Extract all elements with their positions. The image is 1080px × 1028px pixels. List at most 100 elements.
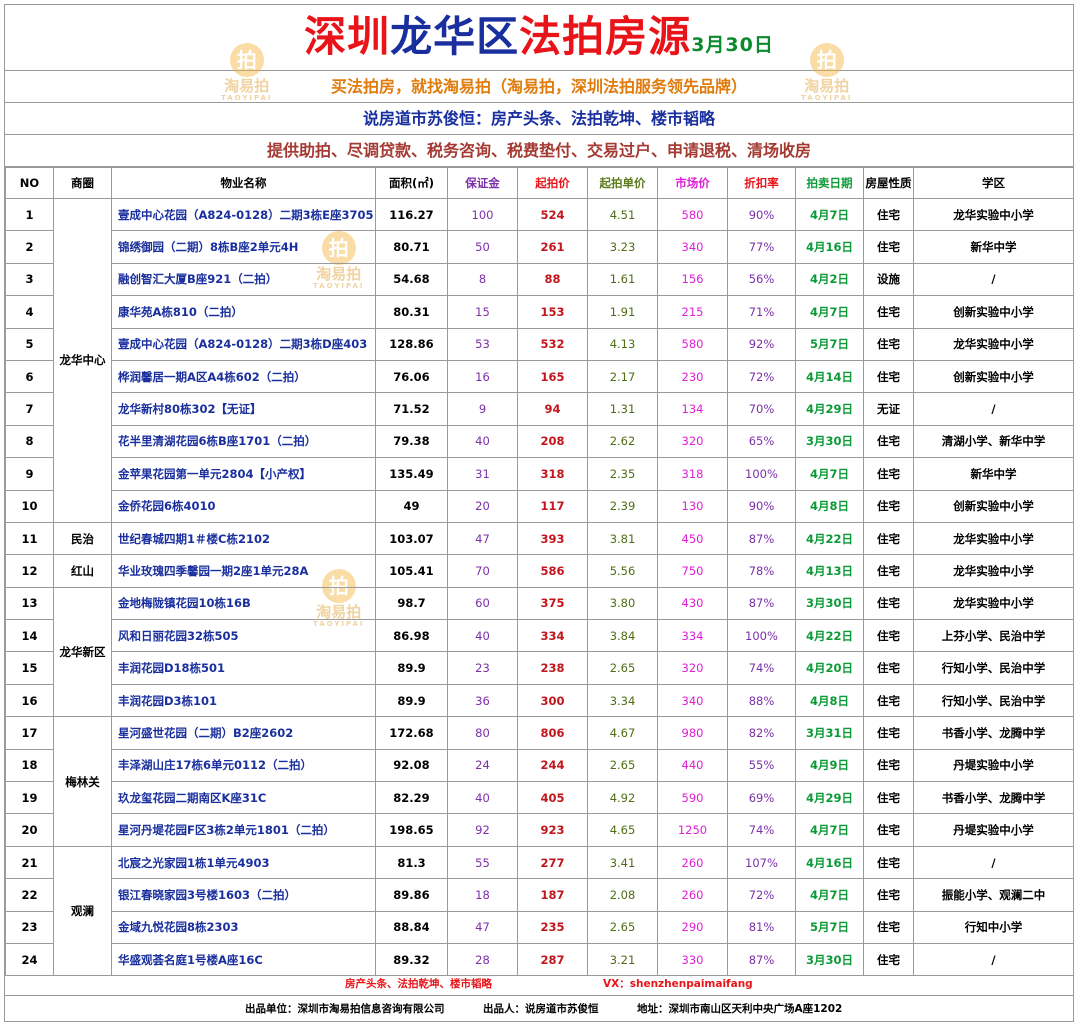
property-type-cell: 设施: [863, 262, 914, 297]
market-price-cell: 134: [657, 392, 728, 426]
footer-brand-line: 房产头条、法拍乾坤、楼市韬略: [345, 978, 492, 990]
unit-price-cell: 3.81: [587, 521, 658, 556]
no-cell: 3: [5, 262, 54, 297]
col-header-area: 面积(㎡): [375, 167, 448, 199]
school-cell: 新华中学: [913, 457, 1074, 491]
deposit-cell: 8: [447, 262, 518, 297]
discount-cell: 69%: [727, 781, 796, 815]
auction-date-cell: 4月29日: [795, 392, 864, 426]
no-cell: 10: [5, 489, 54, 523]
discount-cell: 74%: [727, 813, 796, 847]
school-cell: 龙华实验中小学: [913, 521, 1074, 556]
market-price-cell: 450: [657, 521, 728, 556]
start-price-cell: 261: [517, 230, 588, 264]
area-cell: 89.86: [375, 878, 448, 912]
deposit-cell: 80: [447, 716, 518, 750]
watermark-text: 淘易拍: [224, 77, 270, 95]
deposit-cell: 70: [447, 554, 518, 588]
auction-date-cell: 4月7日: [795, 457, 864, 491]
market-price-cell: 260: [657, 878, 728, 912]
discount-cell: 107%: [727, 845, 796, 880]
no-cell: 21: [5, 845, 54, 880]
start-price-cell: 532: [517, 327, 588, 361]
discount-cell: 100%: [727, 619, 796, 653]
name-cell: 世纪春城四期1＃楼C栋2102: [111, 521, 376, 556]
auction-date-cell: 4月16日: [795, 230, 864, 264]
start-price-cell: 235: [517, 910, 588, 944]
table-header-row: NO 商圈 物业名称 面积(㎡) 保证金 起拍价 起拍单价 市场价 折扣率 拍卖…: [5, 167, 1074, 199]
watermark-text: 淘易拍: [804, 77, 850, 95]
auction-date-cell: 4月22日: [795, 521, 864, 556]
col-header-property-type: 房屋性质: [863, 167, 914, 199]
deposit-cell: 28: [447, 942, 518, 977]
discount-cell: 87%: [727, 586, 796, 621]
area-cell: 81.3: [375, 845, 448, 880]
market-price-cell: 215: [657, 295, 728, 329]
start-price-cell: 524: [517, 197, 588, 232]
property-type-cell: 住宅: [863, 781, 914, 815]
no-cell: 23: [5, 910, 54, 944]
district-cell: 龙华中心: [53, 198, 112, 523]
property-type-cell: 住宅: [863, 327, 914, 361]
col-header-deposit: 保证金: [447, 167, 518, 199]
property-type-cell: 住宅: [863, 619, 914, 653]
table-row: 14 风和日丽花园32栋505 86.98 40 334 3.84 334 100% 4月22日…: [5, 619, 1074, 653]
unit-price-cell: 4.13: [587, 327, 658, 361]
district-cell: 红山: [53, 554, 112, 588]
no-cell: 15: [5, 651, 54, 685]
start-price-cell: 94: [517, 392, 588, 426]
name-cell: 桦润馨居一期A区A4栋602（二拍）: [111, 359, 376, 394]
property-type-cell: 住宅: [863, 359, 914, 394]
slogan-line: 买法拍房，就找淘易拍（淘易拍，深圳法拍服务领先品牌）: [5, 71, 1073, 103]
auction-listing-sheet: 深圳龙华区法拍房源3月30日 买法拍房，就找淘易拍（淘易拍，深圳法拍服务领先品牌…: [4, 4, 1074, 1022]
deposit-cell: 9: [447, 392, 518, 426]
market-price-cell: 750: [657, 554, 728, 588]
market-price-cell: 320: [657, 651, 728, 685]
market-price-cell: 590: [657, 781, 728, 815]
col-header-no: NO: [5, 167, 54, 199]
district-cell: 龙华新区: [53, 586, 112, 718]
area-cell: 172.68: [375, 716, 448, 750]
no-cell: 9: [5, 457, 54, 491]
market-price-cell: 1250: [657, 813, 728, 847]
area-cell: 49: [375, 489, 448, 523]
name-cell: 北宸之光家园1栋1单元4903: [111, 845, 376, 880]
auction-date-cell: 4月29日: [795, 781, 864, 815]
market-price-cell: 334: [657, 619, 728, 653]
name-cell: 龙华新村80栋302【无证】: [111, 392, 376, 426]
auction-date-cell: 4月22日: [795, 619, 864, 653]
school-cell: 龙华实验中小学: [913, 586, 1074, 621]
unit-price-cell: 4.92: [587, 781, 658, 815]
table-row: 22 银江春晓家园3号楼1603（二拍） 89.86 18 187 2.08 260 72% 4…: [5, 878, 1074, 912]
unit-price-cell: 4.51: [587, 197, 658, 232]
property-type-cell: 住宅: [863, 683, 914, 718]
no-cell: 16: [5, 683, 54, 718]
market-price-cell: 980: [657, 716, 728, 750]
deposit-cell: 20: [447, 489, 518, 523]
name-cell: 壹成中心花园（A824-0128）二期3栋E座3705: [111, 197, 376, 232]
unit-price-cell: 4.67: [587, 716, 658, 750]
auction-date-cell: 4月9日: [795, 748, 864, 783]
title-district: 龙华区: [390, 12, 520, 61]
unit-price-cell: 3.34: [587, 683, 658, 718]
deposit-cell: 16: [447, 359, 518, 394]
name-cell: 壹成中心花园（A824-0128）二期3栋D座403: [111, 327, 376, 361]
property-type-cell: 住宅: [863, 878, 914, 912]
auction-date-cell: 5月7日: [795, 910, 864, 944]
school-cell: 新华中学: [913, 230, 1074, 264]
school-cell: 书香小学、龙腾中学: [913, 781, 1074, 815]
taoyipai-logo-icon: 拍: [229, 43, 264, 77]
table-row: 1 龙华中心 壹成中心花园（A824-0128）二期3栋E座3705 116.27 10…: [5, 197, 1074, 523]
auction-date-cell: 4月13日: [795, 554, 864, 588]
discount-cell: 81%: [727, 910, 796, 944]
table-row: 10 金侨花园6栋4010 49 20 117 2.39 130 90% 4月8日 住宅 创新实验中…: [5, 489, 1074, 523]
name-cell: 金苹果花园第一单元2804【小产权】: [111, 457, 376, 491]
name-cell: 金域九悦花园8栋2303: [111, 910, 376, 944]
table-row: 9 金苹果花园第一单元2804【小产权】 135.49 31 318 2.35 318 100…: [5, 457, 1074, 491]
no-cell: 6: [5, 359, 54, 394]
footer-vx: VX：shenzhenpaimaifang: [603, 978, 753, 990]
market-price-cell: 320: [657, 424, 728, 459]
property-type-cell: 住宅: [863, 230, 914, 264]
discount-cell: 65%: [727, 424, 796, 459]
name-cell: 丰润花园D3栋101: [111, 683, 376, 718]
